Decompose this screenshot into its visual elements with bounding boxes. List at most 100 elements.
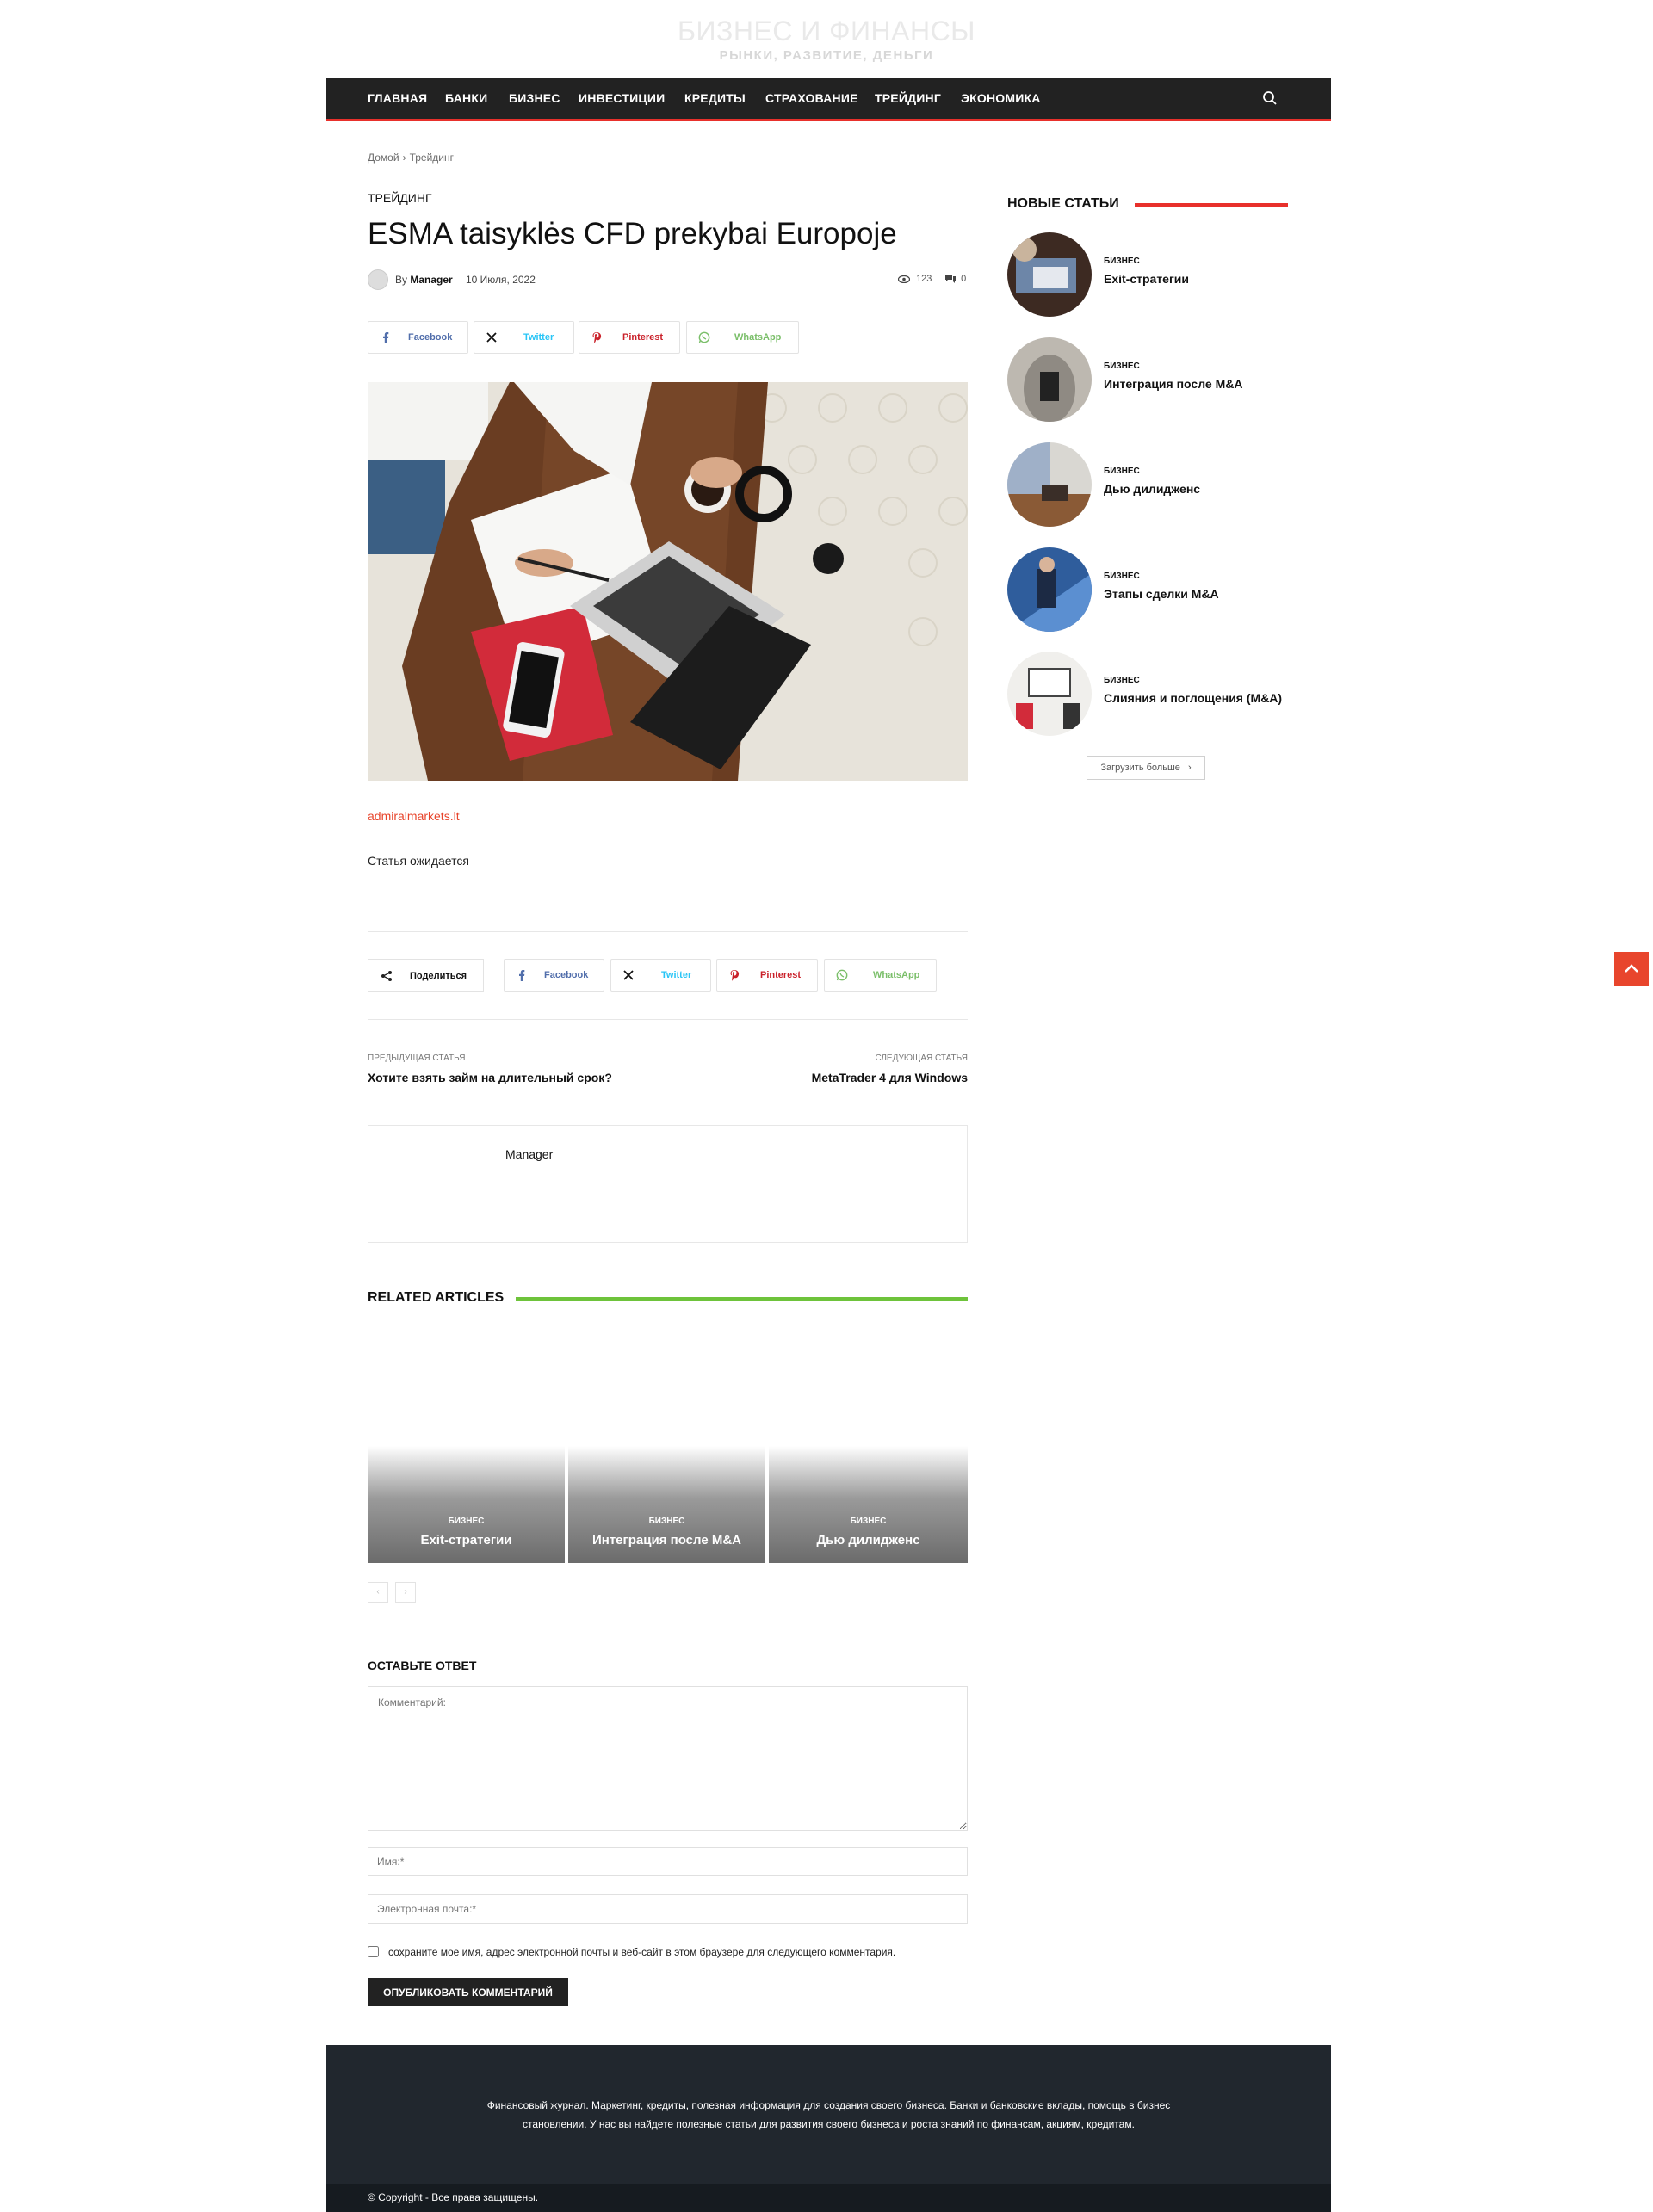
related-next-button[interactable]: ›	[395, 1582, 416, 1603]
breadcrumb-separator: ›	[402, 151, 406, 164]
nav-item-home[interactable]: ГЛАВНАЯ	[368, 78, 427, 119]
views-value: 123	[916, 274, 932, 284]
workspace-photo	[368, 382, 968, 781]
share-pinterest-button[interactable]: Pinterest	[579, 321, 680, 354]
save-info-label: сохраните мое имя, адрес электронной поч…	[388, 1946, 896, 1958]
sidebar-article[interactable]: БИЗНЕС Интеграция после M&A	[1007, 337, 1291, 423]
related-article-card[interactable]: БИЗНЕС Exit-стратегии	[368, 1446, 565, 1563]
sidebar-article[interactable]: БИЗНЕС Дью дилидженс	[1007, 442, 1291, 528]
share-whatsapp-button-bottom[interactable]: WhatsApp	[824, 959, 937, 992]
thumbnail-image	[1007, 442, 1092, 527]
chevron-up-icon	[1625, 964, 1638, 973]
nav-item-banks[interactable]: БАНКИ	[445, 78, 487, 119]
sidebar-article-category[interactable]: БИЗНЕС	[1104, 361, 1140, 371]
sidebar-article-title[interactable]: Интеграция после M&A	[1104, 377, 1242, 391]
comment-icon	[945, 275, 956, 284]
sidebar-article-thumbnail[interactable]	[1007, 337, 1092, 422]
author-link[interactable]: Manager	[410, 274, 452, 286]
sidebar-article-thumbnail[interactable]	[1007, 652, 1092, 736]
submit-comment-button[interactable]: ОПУБЛИКОВАТЬ КОММЕНТАРИЙ	[368, 1978, 568, 2006]
sidebar-article-thumbnail[interactable]	[1007, 547, 1092, 632]
divider	[368, 931, 968, 932]
thumbnail-image	[1007, 652, 1092, 736]
sidebar-article[interactable]: БИЗНЕС Exit-стратегии	[1007, 232, 1291, 318]
comment-textarea[interactable]	[368, 1686, 968, 1831]
related-article-card[interactable]: БИЗНЕС Интеграция после M&A	[568, 1446, 765, 1563]
thumbnail-image	[1007, 547, 1092, 632]
share-whatsapp-button[interactable]: WhatsApp	[686, 321, 799, 354]
author-byline: By Manager	[395, 274, 453, 286]
sidebar-article-category[interactable]: БИЗНЕС	[1104, 466, 1140, 476]
related-article-title[interactable]: Дью дилидженс	[769, 1533, 968, 1548]
article-category[interactable]: ТРЕЙДИНГ	[368, 191, 432, 205]
share-toggle[interactable]: Поделиться	[368, 959, 484, 992]
nav-item-investments[interactable]: ИНВЕСТИЦИИ	[579, 78, 665, 119]
email-field[interactable]	[368, 1894, 968, 1924]
sidebar-article-title[interactable]: Этапы сделки M&A	[1104, 587, 1219, 601]
comments-count[interactable]: 0	[945, 274, 966, 284]
avatar[interactable]	[368, 269, 388, 290]
footer-description-line: Финансовый журнал. Маркетинг, кредиты, п…	[486, 2099, 1171, 2111]
share-twitter-button[interactable]: Twitter	[474, 321, 574, 354]
sidebar-article-category[interactable]: БИЗНЕС	[1104, 572, 1140, 581]
next-article-link[interactable]: MetaTrader 4 для Windows	[812, 1071, 968, 1084]
sidebar-article-title[interactable]: Слияния и поглощения (M&A)	[1104, 691, 1282, 705]
name-field[interactable]	[368, 1847, 968, 1876]
nav-item-trading[interactable]: ТРЕЙДИНГ	[875, 78, 941, 119]
nav-item-business[interactable]: БИЗНЕС	[509, 78, 560, 119]
nav-item-economy[interactable]: ЭКОНОМИКА	[961, 78, 1041, 119]
share-label: Поделиться	[410, 971, 467, 981]
scroll-to-top-button[interactable]	[1614, 952, 1649, 986]
related-article-category[interactable]: БИЗНЕС	[568, 1517, 765, 1526]
share-whatsapp-label: WhatsApp	[734, 332, 782, 343]
post-date: 10 Июля, 2022	[466, 274, 536, 286]
load-more-button[interactable]: Загрузить больше ›	[1087, 756, 1205, 780]
nav-item-credits[interactable]: КРЕДИТЫ	[684, 78, 746, 119]
site-tagline: РЫНКИ, РАЗВИТИЕ, ДЕНЬГИ	[719, 48, 934, 63]
load-more-label: Загрузить больше	[1100, 763, 1180, 773]
sidebar-article[interactable]: БИЗНЕС Этапы сделки M&A	[1007, 547, 1291, 633]
related-article-category[interactable]: БИЗНЕС	[769, 1517, 968, 1526]
breadcrumb-trading[interactable]: Трейдинг	[410, 151, 454, 164]
sidebar-article[interactable]: БИЗНЕС Слияния и поглощения (M&A)	[1007, 652, 1291, 738]
nav-item-insurance[interactable]: СТРАХОВАНИЕ	[765, 78, 858, 119]
related-prev-button[interactable]: ‹	[368, 1582, 388, 1603]
share-twitter-button-bottom[interactable]: Twitter	[610, 959, 711, 992]
breadcrumb: Домой › Трейдинг	[368, 151, 457, 164]
sidebar-article-thumbnail[interactable]	[1007, 442, 1092, 527]
article-title: ESMA taisyklės CFD prekybai Europoje	[368, 217, 897, 250]
related-article-category[interactable]: БИЗНЕС	[368, 1517, 565, 1526]
by-label: By	[395, 274, 408, 286]
share-facebook-label: Facebook	[544, 970, 589, 980]
sidebar-article-category[interactable]: БИЗНЕС	[1104, 676, 1140, 685]
share-facebook-label: Facebook	[408, 332, 453, 343]
author-box-name[interactable]: Manager	[505, 1147, 553, 1161]
facebook-icon	[519, 970, 525, 981]
site-logo-title[interactable]: БИЗНЕС И ФИНАНСЫ	[0, 15, 1653, 47]
sidebar-article-category[interactable]: БИЗНЕС	[1104, 256, 1140, 266]
share-facebook-button-bottom[interactable]: Facebook	[504, 959, 604, 992]
share-facebook-button[interactable]: Facebook	[368, 321, 468, 354]
author-box	[368, 1125, 968, 1243]
article-featured-image	[368, 382, 968, 781]
facebook-icon	[383, 332, 389, 343]
related-article-title[interactable]: Exit-стратегии	[368, 1533, 565, 1548]
sidebar-article-thumbnail[interactable]	[1007, 232, 1092, 317]
related-article-card[interactable]: БИЗНЕС Дью дилидженс	[769, 1446, 968, 1563]
search-icon[interactable]	[1262, 90, 1278, 106]
related-article-title[interactable]: Интеграция после M&A	[568, 1533, 765, 1548]
thumbnail-image	[1007, 232, 1092, 317]
views-count: 123	[897, 274, 932, 284]
breadcrumb-home[interactable]: Домой	[368, 151, 399, 164]
sidebar-article-title[interactable]: Exit-стратегии	[1104, 272, 1189, 286]
save-info-checkbox[interactable]	[368, 1946, 379, 1957]
related-articles-title: RELATED ARTICLES	[368, 1290, 505, 1305]
next-article-label: СЛЕДУЮЩАЯ СТАТЬЯ	[875, 1053, 968, 1063]
prev-article-link[interactable]: Хотите взять займ на длительный срок?	[368, 1071, 612, 1084]
sidebar-article-title[interactable]: Дью дилидженс	[1104, 482, 1200, 496]
source-link[interactable]: admiralmarkets.lt	[368, 809, 460, 823]
sidebar-title: НОВЫЕ СТАТЬИ	[1007, 196, 1119, 211]
related-title-underline	[516, 1297, 968, 1301]
share-pinterest-button-bottom[interactable]: Pinterest	[716, 959, 818, 992]
pinterest-icon	[730, 970, 740, 981]
